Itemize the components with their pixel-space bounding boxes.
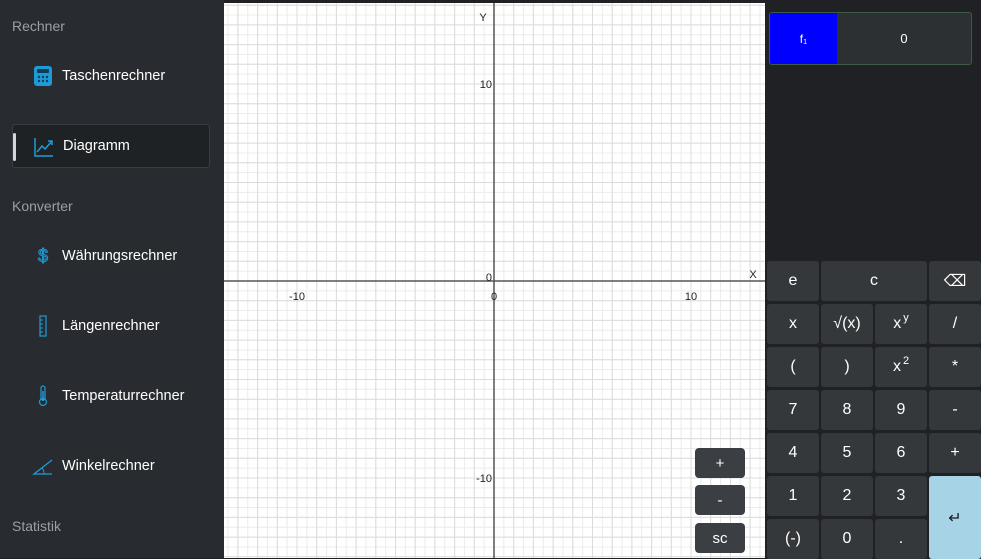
key-6[interactable]: 6 (875, 433, 927, 473)
zoom-out-button[interactable]: - (695, 485, 745, 515)
key-paren-open[interactable]: ( (767, 347, 819, 387)
key-power[interactable]: xy (875, 304, 927, 344)
sidebar: Rechner Taschenrechner Diagramm Konverte… (0, 0, 224, 558)
key-e[interactable]: e (767, 261, 819, 301)
sidebar-item-label: Temperaturrechner (62, 388, 185, 404)
graph-canvas[interactable]: X Y -10 0 10 10 0 -10 + - sc (224, 3, 765, 558)
key-divide[interactable]: / (929, 304, 981, 344)
sidebar-item-label: Diagramm (63, 138, 130, 154)
key-9[interactable]: 9 (875, 390, 927, 430)
sidebar-item-label: Längenrechner (62, 318, 160, 334)
y-tick-label: 0 (486, 272, 492, 284)
sidebar-item-taschenrechner[interactable]: Taschenrechner (12, 54, 210, 98)
sidebar-item-label: Winkelrechner (62, 458, 155, 474)
key-x[interactable]: x (767, 304, 819, 344)
svg-text:$: $ (38, 246, 48, 266)
sidebar-item-temperaturrechner[interactable]: Temperaturrechner (12, 374, 210, 418)
ruler-icon (39, 315, 47, 337)
x-tick-label: -10 (289, 291, 305, 303)
thermometer-icon (38, 385, 48, 407)
section-label-rechner: Rechner (12, 18, 65, 34)
selection-indicator (13, 133, 16, 161)
sidebar-item-waehrungsrechner[interactable]: $ Währungsrechner (12, 234, 210, 278)
y-axis-label: Y (479, 12, 487, 24)
zoom-in-button[interactable]: + (695, 448, 745, 478)
function-color-swatch[interactable]: f₁ (770, 13, 837, 64)
dollar-icon: $ (37, 246, 48, 267)
sidebar-item-diagramm[interactable]: Diagramm (12, 124, 210, 168)
angle-icon (32, 459, 53, 475)
key-3[interactable]: 3 (875, 476, 927, 516)
calculator-icon (34, 66, 52, 86)
section-label-konverter: Konverter (12, 198, 73, 214)
x-axis-label: X (749, 269, 757, 281)
key-clear[interactable]: c (821, 261, 927, 301)
x-tick-label: 10 (685, 291, 697, 303)
key-1[interactable]: 1 (767, 476, 819, 516)
x-tick-label: 0 (491, 291, 497, 303)
y-tick-label: 10 (480, 79, 492, 91)
key-4[interactable]: 4 (767, 433, 819, 473)
section-label-statistik: Statistik (12, 518, 62, 534)
key-7[interactable]: 7 (767, 390, 819, 430)
key-negate[interactable]: (-) (767, 519, 819, 559)
key-2[interactable]: 2 (821, 476, 873, 516)
function-name: f₁ (799, 31, 808, 46)
reset-view-button[interactable]: sc (695, 523, 745, 553)
key-enter[interactable]: ↵ (929, 476, 981, 559)
function-entry[interactable]: f₁ 0 (769, 12, 972, 65)
key-minus[interactable]: - (929, 390, 981, 430)
key-multiply[interactable]: * (929, 347, 981, 387)
y-tick-label: -10 (476, 473, 492, 485)
key-8[interactable]: 8 (821, 390, 873, 430)
key-sqrt[interactable]: √(x) (821, 304, 873, 344)
key-backspace[interactable]: ⌫ (929, 261, 981, 301)
sidebar-item-label: Taschenrechner (62, 68, 166, 84)
key-5[interactable]: 5 (821, 433, 873, 473)
function-expression[interactable]: 0 (837, 13, 971, 64)
key-square[interactable]: x2 (875, 347, 927, 387)
key-0[interactable]: 0 (821, 519, 873, 559)
function-panel: f₁ 0 e c ⌫ x √(x) x y /() x 2 * 7 8 9-4 5 6 +1 2 3 ↵ (-) 0. (765, 0, 981, 559)
graph-plot: X Y -10 0 10 10 0 -10 (224, 3, 765, 558)
key-paren-close[interactable]: ) (821, 347, 873, 387)
sidebar-item-label: Währungsrechner (62, 248, 178, 264)
chart-line-icon (34, 138, 53, 157)
key-decimal[interactable]: . (875, 519, 927, 559)
key-plus[interactable]: + (929, 433, 981, 473)
sidebar-item-winkelrechner[interactable]: Winkelrechner (12, 444, 210, 488)
sidebar-item-laengenrechner[interactable]: Längenrechner (12, 304, 210, 348)
